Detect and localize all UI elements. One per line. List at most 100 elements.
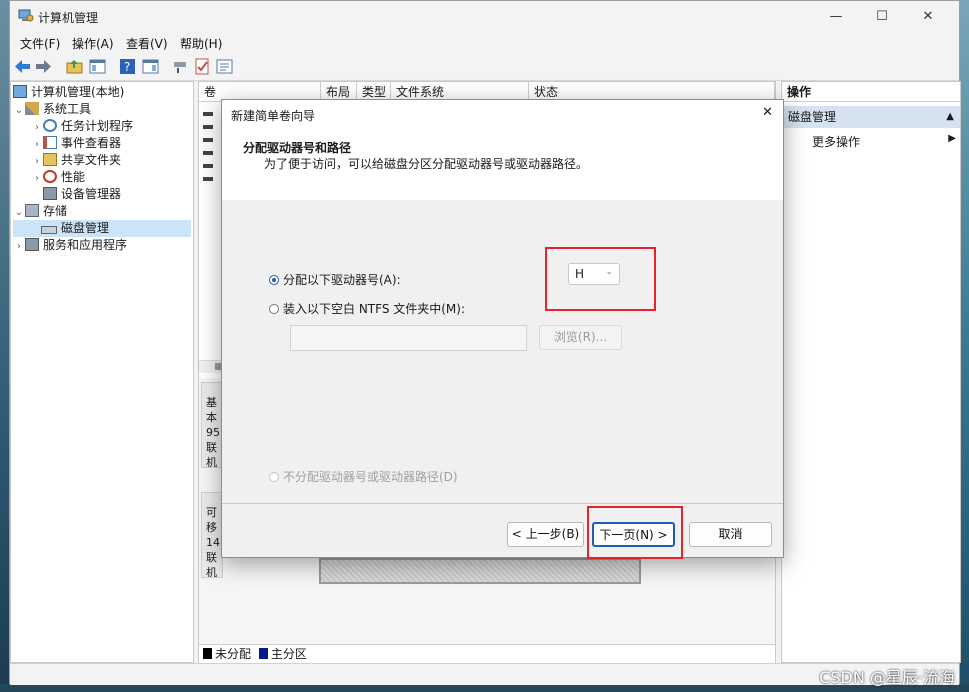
tree-item-device-manager[interactable]: 设备管理器 [13,186,191,203]
tree-label-disk-management: 磁盘管理 [61,221,110,235]
computer-management-icon [18,9,34,22]
more-actions-item[interactable]: 更多操作 ▶ [812,133,958,151]
actions-pane: 操作 磁盘管理 ▲ 更多操作 ▶ [781,81,961,663]
tree-label-root: 计算机管理(本地) [31,85,125,99]
chevron-right-icon[interactable]: › [13,238,25,255]
volume-icon [203,125,213,129]
legend-primary: 主分区 [270,647,307,661]
disk-1-panel[interactable]: 可移 14 联机 [201,492,223,578]
connect-icon[interactable] [171,57,190,76]
csdn-watermark: CSDN @星辰·流海 [819,668,955,687]
checklist-icon[interactable] [193,57,212,76]
minimize-button[interactable]: — [813,1,859,32]
browse-button[interactable]: 浏览(R)... [539,325,622,350]
status-bar [10,663,959,685]
event-log-icon [43,136,57,149]
back-arrow-icon[interactable] [13,57,32,76]
unallocated-partition-block[interactable] [319,558,641,584]
computer-icon [13,85,27,98]
new-simple-volume-wizard-dialog: 新建简单卷向导 ✕ 分配驱动器号和路径 为了便于访问，可以给磁盘分区分配驱动器号… [221,99,784,558]
menu-help[interactable]: 帮助(H) [180,35,222,52]
tree-item-disk-management[interactable]: 磁盘管理 [13,220,191,237]
volume-row-stubs [203,108,213,190]
collapse-up-icon[interactable]: ▲ [946,106,954,128]
device-manager-icon [43,187,57,200]
tree-item-shared-folders[interactable]: › 共享文件夹 [13,152,191,169]
help-icon[interactable]: ? [118,57,137,76]
tree-item-performance[interactable]: › 性能 [13,169,191,186]
actions-section-label: 磁盘管理 [788,110,837,124]
tree-label-performance: 性能 [61,170,86,184]
desktop-right-edge [960,0,969,692]
forward-arrow-icon[interactable] [34,57,53,76]
up-folder-icon[interactable] [65,57,84,76]
radio-none-label: 不分配驱动器号或驱动器路径(D) [283,470,458,484]
navigation-tree: 计算机管理(本地) ⌄ 系统工具 › 任务计划程序 › 事件查看器 › 共享文件夹 › 性… [10,81,194,663]
tree-item-task-scheduler[interactable]: › 任务计划程序 [13,118,191,135]
radio-no-drive-letter[interactable]: 不分配驱动器号或驱动器路径(D) [269,468,458,485]
volume-icon [203,164,213,168]
chevron-down-icon[interactable]: ⌄ [13,204,25,221]
show-action-pane-icon[interactable] [141,57,160,76]
cancel-button[interactable]: 取消 [689,522,772,547]
dialog-body: 分配以下驱动器号(A): 装入以下空白 NTFS 文件夹中(M): 浏览(R).… [222,200,783,503]
disk-0-size: 95 [206,426,220,439]
radio-disabled-icon[interactable] [269,472,279,482]
back-button[interactable]: < 上一步(B) [507,522,584,547]
highlight-drive-letter-box [545,247,656,311]
tree-label-storage: 存储 [43,204,68,218]
shared-folder-icon [43,153,57,166]
disk-1-type: 可移 [206,506,217,534]
desktop-left-edge [0,0,9,692]
menu-view[interactable]: 查看(V) [126,35,168,52]
radio-assign-label: 分配以下驱动器号(A): [283,273,401,287]
radio-unselected-icon[interactable] [269,304,279,314]
show-hide-tree-icon[interactable] [88,57,107,76]
dialog-header: 分配驱动器号和路径 为了便于访问，可以给磁盘分区分配驱动器号或驱动器路径。 [222,128,783,201]
tree-label-device-manager: 设备管理器 [61,187,122,201]
menu-file[interactable]: 文件(F) [20,35,60,52]
legend-unallocated: 未分配 [215,647,252,661]
properties-icon[interactable] [215,57,234,76]
close-button[interactable]: ✕ [905,1,951,32]
tree-label-task-scheduler: 任务计划程序 [61,119,134,133]
disk-1-status: 联机 [206,551,217,578]
radio-mount-folder[interactable]: 装入以下空白 NTFS 文件夹中(M): [269,300,465,317]
disk-0-panel[interactable]: 基本 95 联机 [201,382,223,468]
tree-item-system-tools[interactable]: ⌄ 系统工具 [13,101,191,118]
tree-item-storage[interactable]: ⌄ 存储 [13,203,191,220]
dialog-heading: 分配驱动器号和路径 [243,141,352,155]
more-actions-label: 更多操作 [812,135,861,149]
tree-label-shared-folders: 共享文件夹 [61,153,122,167]
tree-item-services-apps[interactable]: › 服务和应用程序 [13,237,191,254]
radio-selected-icon[interactable] [269,275,279,285]
volume-icon [203,138,213,142]
dialog-subheading: 为了便于访问，可以给磁盘分区分配驱动器号或驱动器路径。 [264,157,589,171]
chevron-right-icon[interactable]: › [31,136,43,153]
actions-section-disk-management[interactable]: 磁盘管理 ▲ [782,106,960,128]
dialog-close-button[interactable]: ✕ [762,105,773,120]
tree-item-root[interactable]: 计算机管理(本地) [13,84,191,101]
tools-icon [25,102,39,115]
highlight-next-button-box [587,506,683,559]
maximize-button[interactable]: ☐ [859,1,905,32]
chevron-right-icon[interactable]: › [31,153,43,170]
mount-folder-path-input[interactable] [290,325,527,351]
dialog-separator [222,503,783,504]
disk-1-size: 14 [206,536,220,549]
tree-label-services-apps: 服务和应用程序 [43,238,128,252]
radio-assign-drive-letter[interactable]: 分配以下驱动器号(A): [269,271,401,288]
tree-label-system-tools: 系统工具 [43,102,92,116]
chevron-right-icon[interactable]: › [31,170,43,187]
chevron-right-icon[interactable]: › [31,119,43,136]
menu-action[interactable]: 操作(A) [72,35,114,52]
submenu-arrow-icon: ▶ [948,133,956,144]
tree-item-event-viewer[interactable]: › 事件查看器 [13,135,191,152]
radio-mount-label: 装入以下空白 NTFS 文件夹中(M): [283,302,466,316]
title-bar: 计算机管理 — ☐ ✕ [10,1,959,32]
disk-icon [41,226,57,234]
chevron-down-icon[interactable]: ⌄ [13,102,25,119]
toolbar: ? [10,53,959,81]
primary-swatch [258,648,268,659]
storage-icon [25,204,39,217]
